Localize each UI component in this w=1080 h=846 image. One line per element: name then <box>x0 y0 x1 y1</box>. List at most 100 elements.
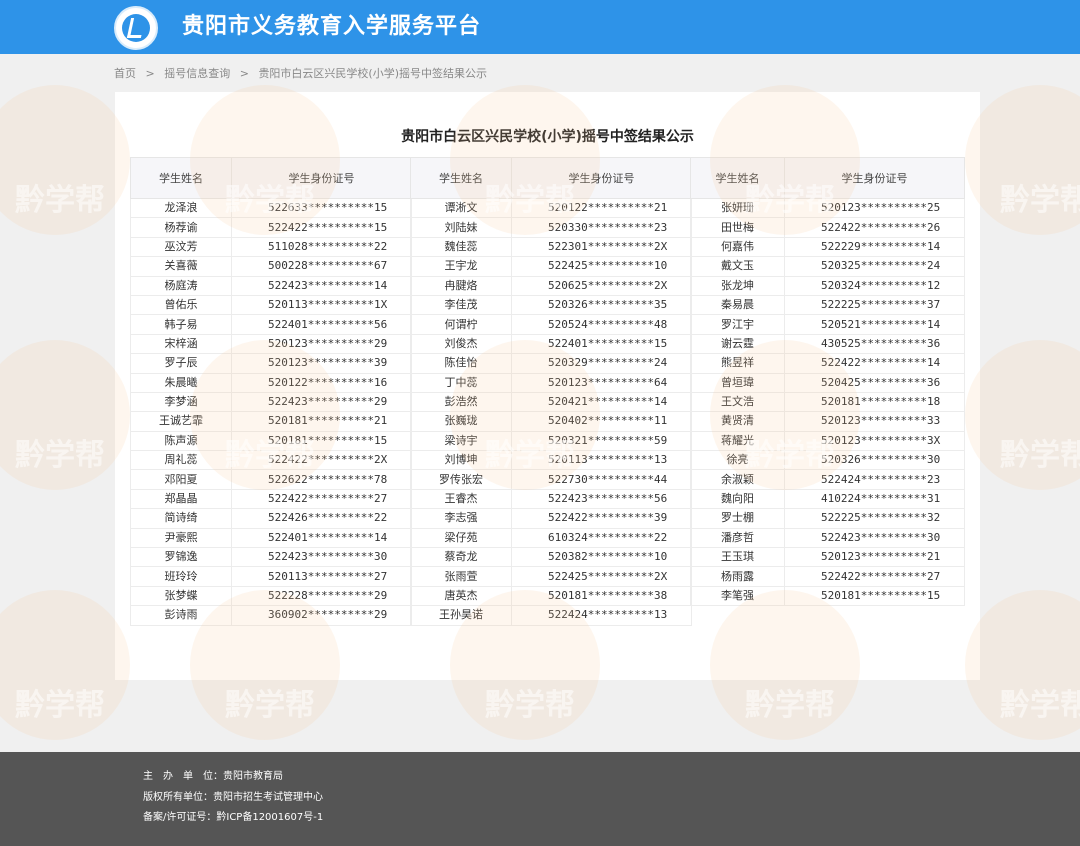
student-name-cell: 余淑颖 <box>690 469 785 490</box>
student-name-cell: 秦易晨 <box>690 294 785 316</box>
breadcrumb-home[interactable]: 首页 <box>114 67 136 80</box>
student-name-cell: 徐亮 <box>690 450 785 471</box>
student-name-cell: 陈佳怡 <box>410 353 512 374</box>
table-row: 龙泽浪 522633**********15 <box>130 197 412 219</box>
table-row: 郑晶晶 522422**********27 <box>130 488 412 510</box>
student-name-cell: 杨庭涛 <box>130 275 232 296</box>
watermark-text: 黔学帮 <box>485 688 575 723</box>
table-row: 陈佳怡 520329**********24 <box>410 353 692 374</box>
student-id-cell: 522401**********56 <box>231 314 412 335</box>
table-row: 张雨萱 522425**********2X <box>410 566 692 587</box>
student-id-cell: 522424**********23 <box>784 469 965 490</box>
footer-copyright: 版权所有单位：贵阳市招生考试管理中心 <box>143 792 323 803</box>
student-name-cell: 唐英杰 <box>410 585 512 607</box>
watermark-text: 黔学帮 <box>225 688 315 723</box>
site-title[interactable]: 贵阳市义务教育入学服务平台 <box>182 12 481 42</box>
table-row: 刘博坤 520113**********13 <box>410 450 692 471</box>
student-name-cell: 彭诗雨 <box>130 605 232 626</box>
table-row: 冉腱烙 520625**********2X <box>410 275 692 296</box>
student-name-cell: 王宇龙 <box>410 256 512 277</box>
student-id-cell: 522730**********44 <box>511 469 692 490</box>
table-row: 李梦涵 522423**********29 <box>130 391 412 413</box>
student-name-cell: 李梦涵 <box>130 391 232 413</box>
table-row: 简诗绮 522426**********22 <box>130 508 412 529</box>
student-id-cell: 520521**********14 <box>784 314 965 335</box>
table-row: 巫汶芳 511028**********22 <box>130 236 412 258</box>
student-name-cell: 梁诗宇 <box>410 430 512 452</box>
watermark-circle <box>0 85 130 235</box>
student-id-cell: 520181**********18 <box>784 391 965 413</box>
header-student-id: 学生身份证号 <box>784 157 965 199</box>
student-name-cell: 王睿杰 <box>410 488 512 510</box>
table-row: 韩子易 522401**********56 <box>130 314 412 335</box>
student-name-cell: 罗江宇 <box>690 314 785 335</box>
header-student-name: 学生姓名 <box>690 157 785 199</box>
student-name-cell: 谢云霆 <box>690 333 785 355</box>
site-header: 贵阳市义务教育入学服务平台 <box>0 0 1080 54</box>
student-name-cell: 戴文玉 <box>690 256 785 277</box>
table-row: 刘俊杰 522401**********15 <box>410 333 692 355</box>
table-row: 唐英杰 520181**********38 <box>410 585 692 607</box>
student-name-cell: 杨荐谕 <box>130 217 232 238</box>
student-name-cell: 王玉琪 <box>690 547 785 568</box>
student-id-cell: 520326**********35 <box>511 294 692 316</box>
student-id-cell: 520122**********21 <box>511 197 692 219</box>
student-id-cell: 522225**********32 <box>784 508 965 529</box>
student-id-cell: 520326**********30 <box>784 450 965 471</box>
student-name-cell: 张龙坤 <box>690 275 785 296</box>
student-id-cell: 520123**********3X <box>784 430 965 452</box>
student-name-cell: 龙泽浪 <box>130 197 232 219</box>
student-name-cell: 韩子易 <box>130 314 232 335</box>
student-name-cell: 罗士棚 <box>690 508 785 529</box>
student-name-cell: 巫汶芳 <box>130 236 232 258</box>
student-id-cell: 360902**********29 <box>231 605 412 626</box>
student-id-cell: 522622**********78 <box>231 469 412 490</box>
breadcrumb-current: 贵阳市白云区兴民学校(小学)摇号中签结果公示 <box>258 67 488 80</box>
table-row: 张妍珊 520123**********25 <box>690 197 965 219</box>
student-name-cell: 熊昱祥 <box>690 353 785 374</box>
table-row: 魏佳蕊 522301**********2X <box>410 236 692 258</box>
table-row: 王诚艺霏 520181**********21 <box>130 411 412 432</box>
table-row: 罗锦逸 522423**********30 <box>130 547 412 568</box>
student-name-cell: 彭浩然 <box>410 391 512 413</box>
student-id-cell: 520524**********48 <box>511 314 692 335</box>
table-row: 潘彦哲 522423**********30 <box>690 527 965 549</box>
result-table-2: 学生姓名 学生身份证号 谭淅文 520122**********21 刘陆妹 5203… <box>410 157 692 626</box>
student-id-cell: 520321**********59 <box>511 430 692 452</box>
table-row: 宋梓涵 520123**********29 <box>130 333 412 355</box>
student-id-cell: 520123**********25 <box>784 197 965 219</box>
student-id-cell: 520329**********24 <box>511 353 692 374</box>
student-id-cell: 522422**********26 <box>784 217 965 238</box>
breadcrumb-query[interactable]: 摇号信息查询 <box>164 67 230 80</box>
table-header-row: 学生姓名 学生身份证号 <box>690 157 965 199</box>
table-row: 尹豪熙 522401**********14 <box>130 527 412 549</box>
student-name-cell: 关喜薇 <box>130 256 232 277</box>
student-id-cell: 522633**********15 <box>231 197 412 219</box>
student-id-cell: 520325**********24 <box>784 256 965 277</box>
site-logo-icon[interactable] <box>114 6 158 50</box>
student-id-cell: 522225**********37 <box>784 294 965 316</box>
student-id-cell: 522422**********27 <box>231 488 412 510</box>
table-row: 梁仔苑 610324**********22 <box>410 527 692 549</box>
watermark-circle <box>965 340 1080 490</box>
footer-icp: 备案/许可证号：黔ICP备12001607号-1 <box>143 812 324 823</box>
watermark-text: 黔学帮 <box>1000 183 1080 218</box>
student-name-cell: 何谓柠 <box>410 314 512 335</box>
student-id-cell: 522422**********39 <box>511 508 692 529</box>
student-id-cell: 522422**********15 <box>231 217 412 238</box>
student-id-cell: 520122**********16 <box>231 372 412 393</box>
student-id-cell: 520123**********33 <box>784 411 965 432</box>
student-id-cell: 511028**********22 <box>231 236 412 258</box>
page-title: 贵阳市白云区兴民学校(小学)摇号中签结果公示 <box>401 129 694 145</box>
table-row: 戴文玉 520325**********24 <box>690 256 965 277</box>
student-id-cell: 520113**********13 <box>511 450 692 471</box>
student-name-cell: 谭淅文 <box>410 197 512 219</box>
student-id-cell: 520425**********36 <box>784 372 965 393</box>
result-table-3: 学生姓名 学生身份证号 张妍珊 520123**********25 田世梅 5224… <box>690 157 965 607</box>
student-name-cell: 尹豪熙 <box>130 527 232 549</box>
header-student-name: 学生姓名 <box>410 157 512 199</box>
student-name-cell: 王文浩 <box>690 391 785 413</box>
student-name-cell: 王诚艺霏 <box>130 411 232 432</box>
student-id-cell: 520181**********15 <box>231 430 412 452</box>
table-row: 彭诗雨 360902**********29 <box>130 605 412 626</box>
